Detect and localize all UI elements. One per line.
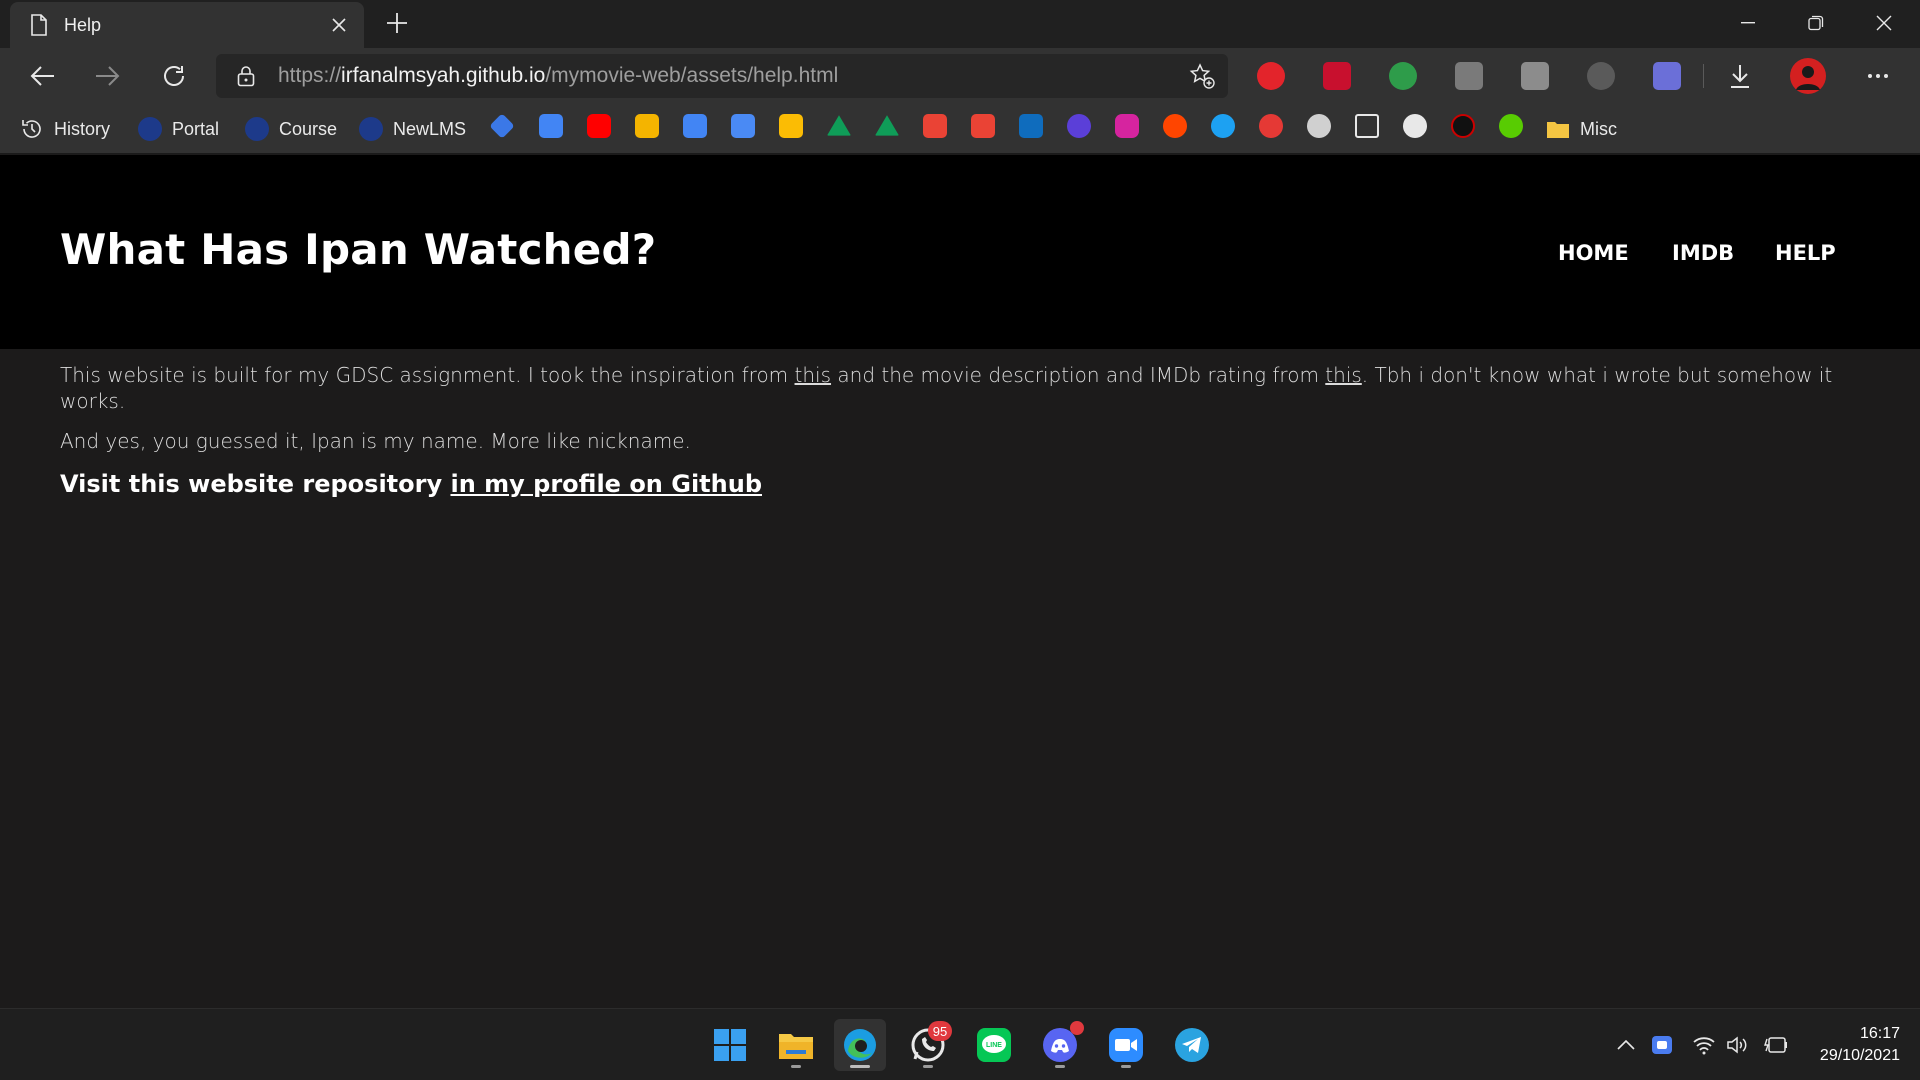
ipb-logo-icon — [359, 117, 383, 141]
bookmark-classroom-icon[interactable] — [489, 113, 515, 139]
site-header: What Has Ipan Watched? HOME IMDB HELP — [0, 155, 1920, 349]
extension-icon[interactable] — [1455, 62, 1483, 90]
bookmark-extension-icon[interactable] — [1451, 114, 1475, 138]
bookmark-gmail-icon[interactable] — [923, 114, 947, 138]
tray-app-icon[interactable] — [1648, 1031, 1676, 1059]
lock-icon[interactable] — [234, 64, 258, 88]
bookmark-history[interactable]: History — [20, 114, 110, 144]
running-indicator — [1121, 1065, 1131, 1068]
folder-icon — [1546, 117, 1570, 141]
nav-home-link[interactable]: HOME — [1558, 241, 1629, 265]
site-title: What Has Ipan Watched? — [60, 225, 657, 274]
clock-date: 29/10/2021 — [1819, 1047, 1900, 1064]
bookmark-classroom-icon[interactable] — [635, 114, 659, 138]
history-icon — [20, 117, 44, 141]
bookmark-outlook-icon[interactable] — [1019, 114, 1043, 138]
new-tab-button[interactable] — [380, 6, 414, 40]
github-profile-link[interactable]: in my profile on Github — [450, 470, 762, 498]
extension-icon[interactable] — [1587, 62, 1615, 90]
downloads-button[interactable] — [1718, 54, 1762, 98]
extension-icon[interactable] — [1323, 62, 1351, 90]
bookmark-tv-icon[interactable] — [1355, 114, 1379, 138]
nav-help-link[interactable]: HELP — [1775, 241, 1836, 265]
url-text: https://irfanalmsyah.github.io/mymovie-w… — [278, 64, 839, 87]
file-explorer-app[interactable] — [770, 1019, 822, 1071]
extension-icon[interactable] — [1521, 62, 1549, 90]
inspiration-link[interactable]: this — [795, 363, 832, 387]
bookmark-course[interactable]: Course — [245, 114, 337, 144]
bookmark-canva-icon[interactable] — [1067, 114, 1091, 138]
whatsapp-app[interactable]: 95 — [902, 1019, 954, 1071]
back-button[interactable] — [20, 54, 64, 98]
page-icon — [28, 14, 50, 36]
taskbar-clock[interactable]: 16:17 29/10/2021 — [1820, 1023, 1900, 1067]
help-content: This website is built for my GDSC assign… — [60, 362, 1860, 498]
start-button[interactable] — [704, 1019, 756, 1071]
extension-icon[interactable] — [1653, 62, 1681, 90]
tab-strip: Help — [0, 0, 1920, 48]
zoom-app[interactable] — [1100, 1019, 1152, 1071]
edge-browser-app[interactable] — [834, 1019, 886, 1071]
bookmark-duolingo-icon[interactable] — [1499, 114, 1523, 138]
bookmark-calendar-icon[interactable] — [683, 114, 707, 138]
running-indicator — [850, 1065, 870, 1068]
running-indicator — [791, 1065, 801, 1068]
line-app[interactable]: LINE — [968, 1019, 1020, 1071]
adblock-extension-icon[interactable] — [1257, 62, 1285, 90]
bookmark-reddit-icon[interactable] — [1163, 114, 1187, 138]
bookmark-quora-icon[interactable] — [1259, 114, 1283, 138]
add-favorite-icon[interactable] — [1188, 62, 1216, 90]
browser-toolbar: https://irfanalmsyah.github.io/mymovie-w… — [0, 48, 1920, 104]
bookmark-gmail-icon[interactable] — [971, 114, 995, 138]
refresh-button[interactable] — [152, 54, 196, 98]
profile-avatar[interactable] — [1786, 54, 1830, 98]
running-indicator — [1055, 1065, 1065, 1068]
bookmark-extension-icon[interactable] — [1307, 114, 1331, 138]
ipb-logo-icon — [138, 117, 162, 141]
minimize-button[interactable] — [1714, 0, 1782, 46]
bookmark-translate-icon[interactable] — [731, 114, 755, 138]
bookmark-newlms[interactable]: NewLMS — [359, 114, 466, 144]
bookmark-docs-icon[interactable] — [539, 114, 563, 138]
toolbar-divider — [1703, 64, 1704, 88]
extension-icon[interactable] — [1389, 62, 1417, 90]
taskbar: 95 LINE 16:17 29/10/2021 — [0, 1008, 1920, 1080]
wifi-icon[interactable] — [1690, 1031, 1718, 1059]
repository-callout: Visit this website repository in my prof… — [60, 470, 762, 498]
close-window-button[interactable] — [1850, 0, 1918, 46]
bookmark-drive-icon[interactable] — [827, 115, 851, 136]
volume-icon[interactable] — [1724, 1031, 1752, 1059]
tab-close-icon[interactable] — [324, 10, 354, 40]
name-paragraph: And yes, you guessed it, Ipan is my name… — [60, 429, 691, 453]
show-hidden-icons-chevron[interactable] — [1612, 1031, 1640, 1059]
bookmark-instagram-icon[interactable] — [1115, 114, 1139, 138]
bookmark-youtube-icon[interactable] — [587, 114, 611, 138]
more-menu-button[interactable] — [1856, 54, 1900, 98]
bookmark-twitter-icon[interactable] — [1211, 114, 1235, 138]
forward-button[interactable] — [86, 54, 130, 98]
running-indicator — [923, 1065, 933, 1068]
bookmark-portal[interactable]: Portal — [138, 114, 219, 144]
telegram-app[interactable] — [1166, 1019, 1218, 1071]
notification-dot — [1070, 1021, 1084, 1035]
intro-paragraph: This website is built for my GDSC assign… — [60, 363, 1833, 413]
bookmark-drive-icon[interactable] — [875, 115, 899, 136]
bookmark-github-icon[interactable] — [1403, 114, 1427, 138]
bookmark-folder-misc[interactable]: Misc — [1546, 114, 1617, 144]
browser-tab[interactable]: Help — [10, 2, 364, 48]
svg-text:LINE: LINE — [986, 1042, 1002, 1049]
address-bar[interactable]: https://irfanalmsyah.github.io/mymovie-w… — [216, 54, 1228, 98]
discord-app[interactable] — [1034, 1019, 1086, 1071]
tab-title: Help — [64, 14, 102, 35]
clock-time: 16:17 — [1859, 1025, 1900, 1042]
ipb-logo-icon — [245, 117, 269, 141]
restore-button[interactable] — [1782, 0, 1850, 46]
imdb-source-link[interactable]: this — [1325, 363, 1362, 387]
bookmarks-bar: History Portal Course NewLMS Misc — [0, 104, 1920, 154]
battery-charging-icon[interactable] — [1762, 1031, 1790, 1059]
bookmark-keep-icon[interactable] — [779, 114, 803, 138]
nav-imdb-link[interactable]: IMDB — [1672, 241, 1734, 265]
notification-badge: 95 — [928, 1021, 952, 1041]
